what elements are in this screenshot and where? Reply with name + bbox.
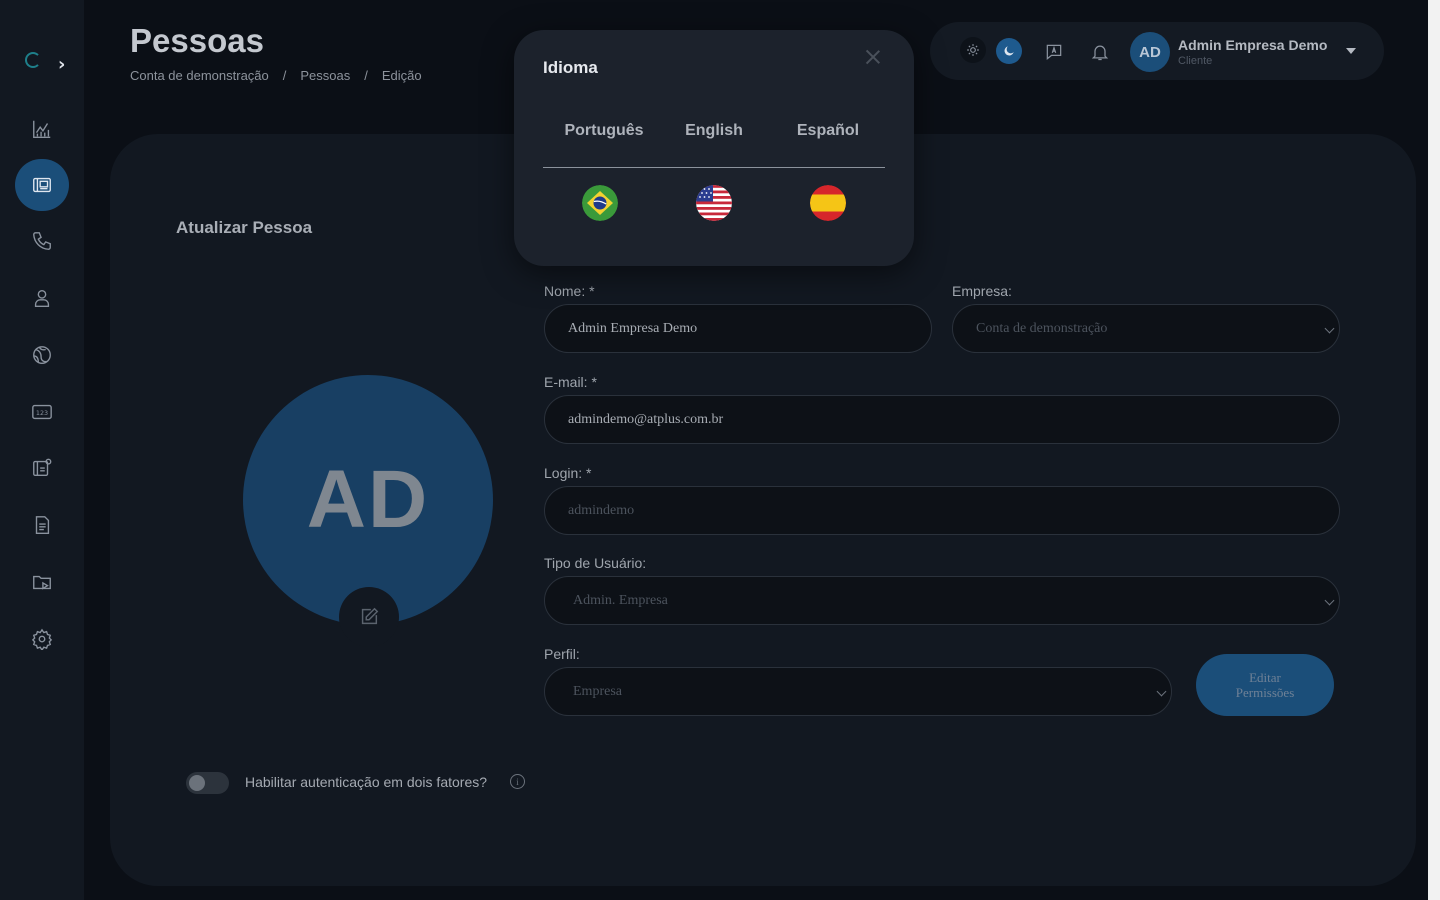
company-select-value: Conta de demonstração: [976, 320, 1108, 336]
login-field[interactable]: admindemo: [544, 486, 1340, 535]
name-field[interactable]: Admin Empresa Demo: [544, 304, 932, 353]
sidebar-item-contacts[interactable]: [15, 442, 69, 494]
phone-icon: [33, 232, 51, 250]
company-select[interactable]: Conta de demonstração: [952, 304, 1340, 353]
logo-icon: [25, 52, 41, 68]
user-name[interactable]: Admin Empresa Demo: [1178, 37, 1327, 53]
sidebar-item-people[interactable]: [15, 159, 69, 211]
bell-icon: [1091, 45, 1109, 61]
modal-title: Idioma: [543, 58, 598, 77]
contact-card-icon: [33, 458, 52, 477]
dark-theme-button[interactable]: [996, 38, 1022, 64]
scrollbar-track[interactable]: [1428, 0, 1440, 900]
info-icon[interactable]: i: [510, 774, 525, 789]
profile-select[interactable]: Empresa: [544, 667, 1172, 716]
pencil-icon: [361, 607, 379, 625]
chevron-down-icon: [1324, 595, 1335, 606]
user-type-select-value: Admin. Empresa: [573, 592, 668, 608]
spain-flag-icon[interactable]: [810, 185, 846, 221]
chat-icon: [1046, 44, 1062, 60]
chart-icon: [33, 120, 51, 138]
company-label: Empresa:: [952, 283, 1012, 299]
expand-sidebar-chevron-icon[interactable]: ›: [58, 54, 65, 75]
two-factor-toggle[interactable]: [186, 772, 229, 794]
sidebar-item-reports[interactable]: [15, 499, 69, 551]
people-card-icon: [33, 177, 51, 193]
close-icon[interactable]: [864, 48, 882, 66]
breadcrumb-separator: /: [282, 68, 287, 83]
notifications-button[interactable]: [1090, 42, 1110, 62]
page-title: Pessoas: [130, 22, 264, 59]
breadcrumb-item-account[interactable]: Conta de demonstração: [130, 68, 269, 83]
numbers-icon: 123: [32, 404, 52, 420]
login-label: Login: *: [544, 465, 592, 481]
profile-select-value: Empresa: [573, 683, 622, 699]
breadcrumb-item-edit: Edição: [381, 68, 422, 83]
usa-flag-icon[interactable]: [696, 185, 732, 221]
email-label: E-mail: *: [544, 374, 597, 390]
toggle-knob: [189, 775, 205, 791]
top-bar: AD Admin Empresa Demo Cliente: [930, 22, 1384, 80]
chevron-down-icon: [1156, 686, 1167, 697]
user-icon: [34, 289, 50, 307]
sidebar-item-media[interactable]: [15, 556, 69, 608]
language-option-portuguese[interactable]: Português: [549, 122, 659, 140]
sidebar-item-dashboard[interactable]: [15, 103, 69, 155]
breadcrumb-separator: /: [364, 68, 368, 83]
brazil-flag-icon[interactable]: [582, 185, 618, 221]
sidebar-item-numbers[interactable]: 123: [15, 386, 69, 438]
divider: [543, 167, 885, 168]
breadcrumb: Conta de demonstração / Pessoas / Edição: [130, 68, 422, 83]
avatar[interactable]: AD: [1130, 32, 1170, 72]
sidebar-item-settings[interactable]: [15, 613, 69, 665]
user-role: Cliente: [1178, 55, 1213, 67]
sidebar-item-user[interactable]: [15, 272, 69, 324]
language-option-spanish[interactable]: Español: [773, 122, 883, 140]
name-label: Nome: *: [544, 283, 595, 299]
chevron-down-icon: [1324, 323, 1335, 334]
edit-permissions-label: Editar Permissões: [1236, 670, 1295, 700]
language-option-english[interactable]: English: [659, 122, 769, 140]
edit-permissions-label-line1: Editar: [1249, 670, 1281, 685]
edit-permissions-label-line2: Permissões: [1235, 685, 1295, 700]
gear-icon: [31, 628, 53, 650]
sidebar-item-calls[interactable]: [15, 215, 69, 267]
moon-icon: [1004, 46, 1014, 56]
folder-play-icon: [33, 575, 51, 590]
two-factor-label: Habilitar autenticação em dois fatores?: [245, 774, 488, 790]
sun-icon: [967, 44, 979, 56]
breadcrumb-item-people[interactable]: Pessoas: [300, 68, 350, 83]
user-type-select[interactable]: Admin. Empresa: [544, 576, 1340, 625]
user-menu-caret-icon[interactable]: [1346, 48, 1356, 54]
edit-avatar-button[interactable]: [339, 587, 399, 647]
profile-avatar-initials: AD: [306, 454, 430, 545]
svg-text:123: 123: [36, 409, 48, 417]
email-field[interactable]: admindemo@atplus.com.br: [544, 395, 1340, 444]
language-modal: Idioma Português English Español: [514, 30, 914, 266]
document-icon: [35, 516, 50, 534]
sidebar: › 123: [0, 0, 84, 900]
sidebar-item-network[interactable]: [15, 329, 69, 381]
edit-permissions-button[interactable]: Editar Permissões: [1196, 654, 1334, 716]
globe-icon: [33, 346, 51, 364]
user-type-label: Tipo de Usuário:: [544, 555, 647, 571]
profile-label: Perfil:: [544, 646, 580, 662]
light-theme-button[interactable]: [960, 37, 986, 63]
support-chat-button[interactable]: [1044, 42, 1064, 62]
form-title: Atualizar Pessoa: [176, 218, 313, 237]
